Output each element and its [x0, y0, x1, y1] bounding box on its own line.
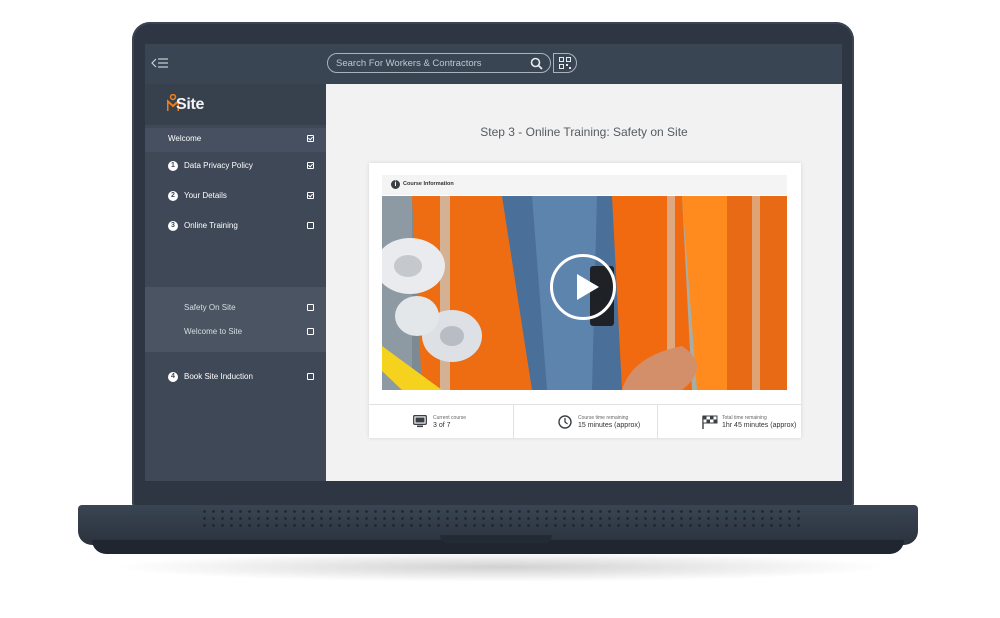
checkbox-checked-icon: [307, 192, 314, 199]
stat-caption: Course time remaining: [578, 415, 629, 421]
checkbox-empty-icon: [307, 328, 314, 335]
checkbox-empty-icon: [307, 222, 314, 229]
sidebar-item-welcome[interactable]: Welcome: [145, 128, 326, 152]
sidebar: Site Welcome 1 Data Privacy Policy 2 You…: [145, 84, 326, 481]
sidebar-subitem-label: Safety On Site: [184, 303, 236, 312]
laptop-shadow: [110, 552, 890, 582]
laptop-screen: Site Welcome 1 Data Privacy Policy 2 You…: [145, 44, 842, 481]
logo: Site: [145, 84, 326, 125]
search-input[interactable]: [336, 55, 516, 71]
brand-name: Site: [176, 96, 205, 113]
sidebar-item-label: Data Privacy Policy: [184, 161, 253, 170]
sidebar-item-label: Welcome: [168, 134, 202, 143]
qr-code-icon: [559, 57, 571, 69]
sidebar-item-book-site-induction[interactable]: 4 Book Site Induction: [145, 366, 326, 390]
step-number-badge: 1: [168, 161, 178, 171]
stat-caption: Total time remaining: [722, 415, 767, 421]
stat-course-time-remaining: Course time remaining 15 minutes (approx…: [513, 405, 658, 439]
main-content: Step 3 - Online Training: Safety on Site…: [326, 84, 842, 481]
stat-caption: Current course: [433, 415, 467, 421]
course-card-title: Course Information: [403, 181, 454, 187]
finish-flag-icon: [702, 415, 718, 429]
stat-current-course: Current course 3 of 7: [369, 405, 513, 439]
stat-value: 15 minutes (approx): [578, 422, 641, 429]
collapse-menu-icon[interactable]: [151, 57, 171, 71]
stat-value: 3 of 7: [433, 422, 451, 429]
step-number-badge: 2: [168, 191, 178, 201]
checkbox-checked-icon: [307, 162, 314, 169]
play-button[interactable]: [550, 254, 616, 320]
sidebar-item-your-details[interactable]: 2 Your Details: [145, 185, 326, 209]
search-icon[interactable]: [530, 57, 543, 70]
sidebar-item-label: Book Site Induction: [184, 372, 253, 381]
course-card: i Course Information Current course 3 of…: [369, 163, 801, 439]
step-number-badge: 3: [168, 221, 178, 231]
clock-icon: [558, 415, 572, 429]
checkbox-empty-icon: [307, 304, 314, 311]
sidebar-subitem-welcome-to-site[interactable]: Welcome to Site: [145, 321, 326, 345]
qr-scan-button[interactable]: [553, 53, 577, 73]
course-card-header: i Course Information: [382, 175, 787, 195]
search-bar: [327, 53, 551, 73]
top-bar: [145, 44, 842, 84]
info-icon: i: [391, 180, 400, 189]
step-number-badge: 4: [168, 372, 178, 382]
sidebar-item-label: Online Training: [184, 221, 238, 230]
checkbox-empty-icon: [307, 373, 314, 380]
laptop-trackpad-notch: [440, 535, 552, 543]
stat-value: 1hr 45 minutes (approx): [722, 422, 797, 429]
course-stats: Current course 3 of 7 Course time remain…: [369, 404, 801, 439]
monitor-icon: [413, 415, 427, 428]
sidebar-item-online-training[interactable]: 3 Online Training: [145, 215, 326, 239]
sidebar-item-label: Your Details: [184, 191, 227, 200]
sidebar-subitem-safety-on-site[interactable]: Safety On Site: [145, 297, 326, 321]
video-player[interactable]: [382, 196, 787, 390]
sidebar-item-data-privacy-policy[interactable]: 1 Data Privacy Policy: [145, 155, 326, 179]
checkbox-checked-icon: [307, 135, 314, 142]
stat-total-time-remaining: Total time remaining 1hr 45 minutes (app…: [657, 405, 802, 439]
laptop-keyboard: [200, 508, 800, 530]
sidebar-subnav: Safety On Site Welcome to Site: [145, 287, 326, 352]
sidebar-subitem-label: Welcome to Site: [184, 327, 243, 336]
page-title: Step 3 - Online Training: Safety on Site: [480, 125, 688, 139]
